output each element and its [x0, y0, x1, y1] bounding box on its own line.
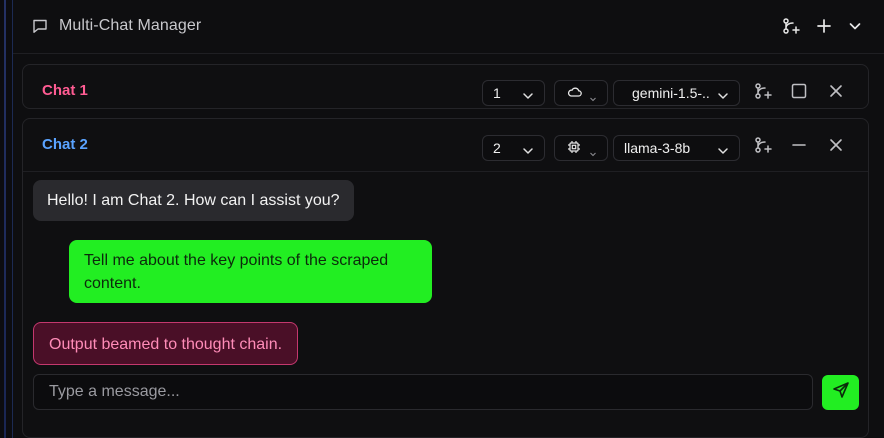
chat-number-select[interactable]: 1	[482, 80, 545, 106]
close-icon	[829, 84, 843, 103]
collapse-all-button[interactable]	[845, 18, 865, 38]
minus-icon	[791, 137, 807, 158]
chat-card-1: Chat 1 1 gemini-1.5-..	[22, 64, 869, 109]
card-divider	[23, 171, 868, 172]
chat-name: Chat 2	[42, 136, 88, 153]
panel-title: Multi-Chat Manager	[59, 17, 202, 34]
multi-chat-manager-panel: Multi-Chat Manager Chat 1 1 gemini-1.5-.…	[13, 0, 884, 438]
assistant-message: Hello! I am Chat 2. How can I assist you…	[33, 180, 354, 221]
left-edge-glow	[4, 0, 6, 438]
chevron-down-icon	[589, 145, 597, 157]
chat-card-2: Chat 2 2 llama-3-8b Hello! I am Chat 2. …	[22, 118, 869, 438]
chevron-down-icon	[848, 19, 862, 38]
minimize-chat-button[interactable]	[789, 137, 809, 157]
add-chat-button[interactable]	[814, 18, 834, 38]
left-edge	[0, 0, 13, 438]
chevron-down-icon	[522, 88, 534, 99]
chat-name: Chat 1	[42, 82, 88, 99]
model-value: llama-3-8b	[624, 140, 691, 156]
branch-plus-button[interactable]	[781, 17, 801, 40]
panel-header: Multi-Chat Manager	[13, 0, 884, 54]
model-select[interactable]: llama-3-8b	[613, 135, 740, 161]
square-icon	[791, 83, 807, 104]
chevron-down-icon	[589, 90, 597, 102]
message-input[interactable]	[33, 374, 813, 410]
provider-select[interactable]	[554, 135, 608, 161]
cloud-icon	[567, 85, 583, 101]
send-icon	[832, 381, 850, 404]
chat-number-value: 1	[493, 85, 501, 101]
close-icon	[829, 138, 843, 157]
user-message: Tell me about the key points of the scra…	[69, 240, 432, 303]
branch-chat-button[interactable]	[753, 82, 773, 105]
close-chat-button[interactable]	[826, 137, 846, 157]
branch-plus-icon	[782, 17, 800, 40]
send-button[interactable]	[822, 375, 859, 410]
model-select[interactable]: gemini-1.5-..	[613, 80, 740, 106]
system-message: Output beamed to thought chain.	[33, 322, 299, 365]
chevron-down-icon	[522, 143, 534, 154]
expand-chat-button[interactable]	[789, 83, 809, 103]
chip-icon	[567, 140, 581, 157]
branch-plus-icon	[754, 136, 772, 159]
chat-number-value: 2	[493, 140, 501, 156]
chat-number-select[interactable]: 2	[482, 135, 545, 161]
provider-select[interactable]	[554, 80, 608, 106]
close-chat-button[interactable]	[826, 83, 846, 103]
plus-icon	[816, 18, 832, 39]
chevron-down-icon	[717, 143, 729, 154]
message-square-icon	[32, 18, 48, 34]
model-value: gemini-1.5-..	[632, 85, 710, 101]
branch-plus-icon	[754, 82, 772, 105]
branch-chat-button[interactable]	[753, 136, 773, 159]
chevron-down-icon	[717, 88, 729, 99]
